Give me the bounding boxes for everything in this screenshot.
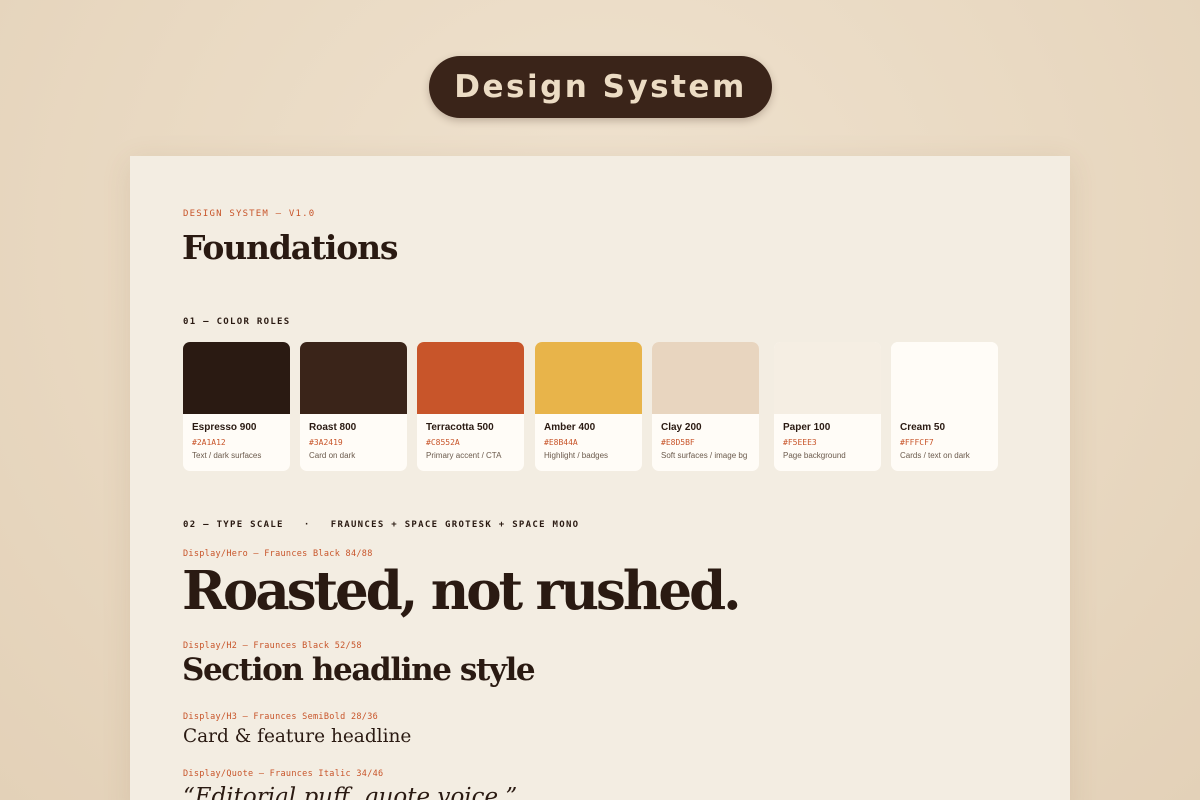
- swatch-name: Amber 400: [544, 422, 596, 433]
- swatch-name: Espresso 900: [192, 422, 257, 433]
- swatch-role: Highlight / badges: [544, 451, 609, 460]
- h2-spec: Display/H2 — Fraunces Black 52/58: [183, 641, 362, 651]
- swatch-clay-200: Clay 200 #E8D5BF Soft surfaces / image b…: [652, 342, 759, 471]
- color-chip: [774, 342, 881, 414]
- swatch-name: Cream 50: [900, 422, 946, 433]
- swatch-hex: #FFFCF7: [900, 438, 934, 447]
- color-chip: [652, 342, 759, 414]
- h2-sample: Section headline style: [182, 652, 536, 688]
- h3-sample: Card & feature headline: [183, 726, 412, 747]
- swatch-role: Card on dark: [309, 451, 356, 460]
- hero-sample: Roasted, not rushed.: [182, 560, 742, 622]
- page-title: Foundations: [182, 228, 398, 267]
- color-chip: [417, 342, 524, 414]
- swatch-espresso-900: Espresso 900 #2A1A12 Text / dark surface…: [183, 342, 290, 471]
- type-scale-label: 02 — TYPE SCALE · FRAUNCES + SPACE GROTE…: [183, 520, 580, 530]
- swatch-hex: #C8552A: [426, 438, 460, 447]
- quote-spec: Display/Quote — Fraunces Italic 34/46: [183, 769, 384, 779]
- swatch-name: Roast 800: [309, 422, 357, 433]
- swatch-roast-800: Roast 800 #3A2419 Card on dark: [300, 342, 407, 471]
- swatch-role: Primary accent / CTA: [426, 451, 502, 460]
- swatch-name: Terracotta 500: [426, 422, 494, 433]
- pill-title: Design System: [454, 69, 747, 105]
- swatch-role: Soft surfaces / image bg: [661, 451, 748, 460]
- h3-spec: Display/H3 — Fraunces SemiBold 28/36: [183, 712, 379, 722]
- color-chip: [300, 342, 407, 414]
- swatch-paper-100: Paper 100 #F5EEE3 Page background: [774, 342, 881, 471]
- swatch-hex: #E8D5BF: [661, 438, 695, 447]
- color-chip: [891, 342, 998, 414]
- swatch-terracotta-500: Terracotta 500 #C8552A Primary accent / …: [417, 342, 524, 471]
- color-chip: [535, 342, 642, 414]
- swatch-hex: #F5EEE3: [783, 438, 817, 447]
- swatch-hex: #E8B44A: [544, 438, 578, 447]
- foundations-sheet: DESIGN SYSTEM — V1.0 Foundations 01 — CO…: [130, 156, 1070, 800]
- quote-sample: “Editorial puff, quote voice.”: [183, 784, 518, 800]
- swatch-hex: #2A1A12: [192, 438, 226, 447]
- swatch-role: Cards / text on dark: [900, 451, 970, 460]
- eyebrow-label: DESIGN SYSTEM — V1.0: [183, 209, 316, 219]
- swatch-name: Paper 100: [783, 422, 831, 433]
- swatch-name: Clay 200: [661, 422, 702, 433]
- swatch-role: Page background: [783, 451, 846, 460]
- swatch-cream-50: Cream 50 #FFFCF7 Cards / text on dark: [891, 342, 998, 471]
- color-chip: [183, 342, 290, 414]
- color-roles-label: 01 — COLOR ROLES: [183, 317, 291, 327]
- swatch-role: Text / dark surfaces: [192, 451, 262, 460]
- swatch-amber-400: Amber 400 #E8B44A Highlight / badges: [535, 342, 642, 471]
- swatch-hex: #3A2419: [309, 438, 343, 447]
- design-system-title-pill: Design System: [429, 56, 772, 118]
- hero-spec: Display/Hero — Fraunces Black 84/88: [183, 549, 373, 559]
